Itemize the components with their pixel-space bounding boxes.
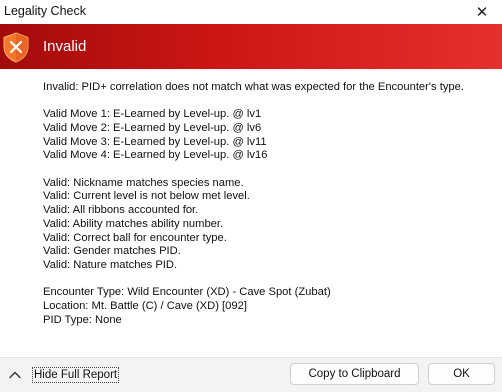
pid-type: PID Type: None bbox=[43, 313, 122, 326]
window-title: Legality Check bbox=[4, 4, 86, 18]
report-content: Invalid: PID+ correlation does not match… bbox=[43, 81, 498, 327]
shield-x-icon bbox=[3, 32, 29, 63]
close-button[interactable]: ✕ bbox=[462, 0, 502, 24]
title-bar: Legality Check ✕ bbox=[0, 0, 502, 24]
move-line: Valid Move 1: E-Learned by Level-up. @ l… bbox=[43, 108, 262, 121]
hide-report-label[interactable]: Hide Full Report bbox=[32, 367, 120, 383]
copy-to-clipboard-button[interactable]: Copy to Clipboard bbox=[290, 363, 419, 385]
footer-bar: Hide Full Report Copy to Clipboard OK bbox=[0, 357, 502, 392]
check-line: Valid: Correct ball for encounter type. bbox=[43, 231, 227, 244]
ok-button[interactable]: OK bbox=[428, 363, 495, 385]
hide-report-toggle[interactable]: Hide Full Report bbox=[8, 367, 120, 383]
check-line: Valid: Nickname matches species name. bbox=[43, 176, 244, 189]
move-line: Valid Move 4: E-Learned by Level-up. @ l… bbox=[43, 149, 268, 162]
encounter-type: Encounter Type: Wild Encounter (XD) - Ca… bbox=[43, 286, 331, 299]
chevron-up-icon bbox=[9, 371, 21, 379]
status-title: Invalid bbox=[43, 38, 87, 55]
check-line: Valid: All ribbons accounted for. bbox=[43, 204, 199, 217]
check-line: Valid: Current level is not below met le… bbox=[43, 190, 250, 203]
encounter-location: Location: Mt. Battle (C) / Cave (XD) [09… bbox=[43, 300, 247, 313]
check-line: Valid: Nature matches PID. bbox=[43, 258, 178, 271]
check-line: Valid: Ability matches ability number. bbox=[43, 217, 224, 230]
move-line: Valid Move 3: E-Learned by Level-up. @ l… bbox=[43, 135, 267, 148]
move-line: Valid Move 2: E-Learned by Level-up. @ l… bbox=[43, 121, 262, 134]
close-icon: ✕ bbox=[475, 4, 489, 21]
status-banner: Invalid bbox=[0, 24, 502, 69]
report-summary: Invalid: PID+ correlation does not match… bbox=[43, 81, 464, 93]
check-line: Valid: Gender matches PID. bbox=[43, 245, 181, 258]
